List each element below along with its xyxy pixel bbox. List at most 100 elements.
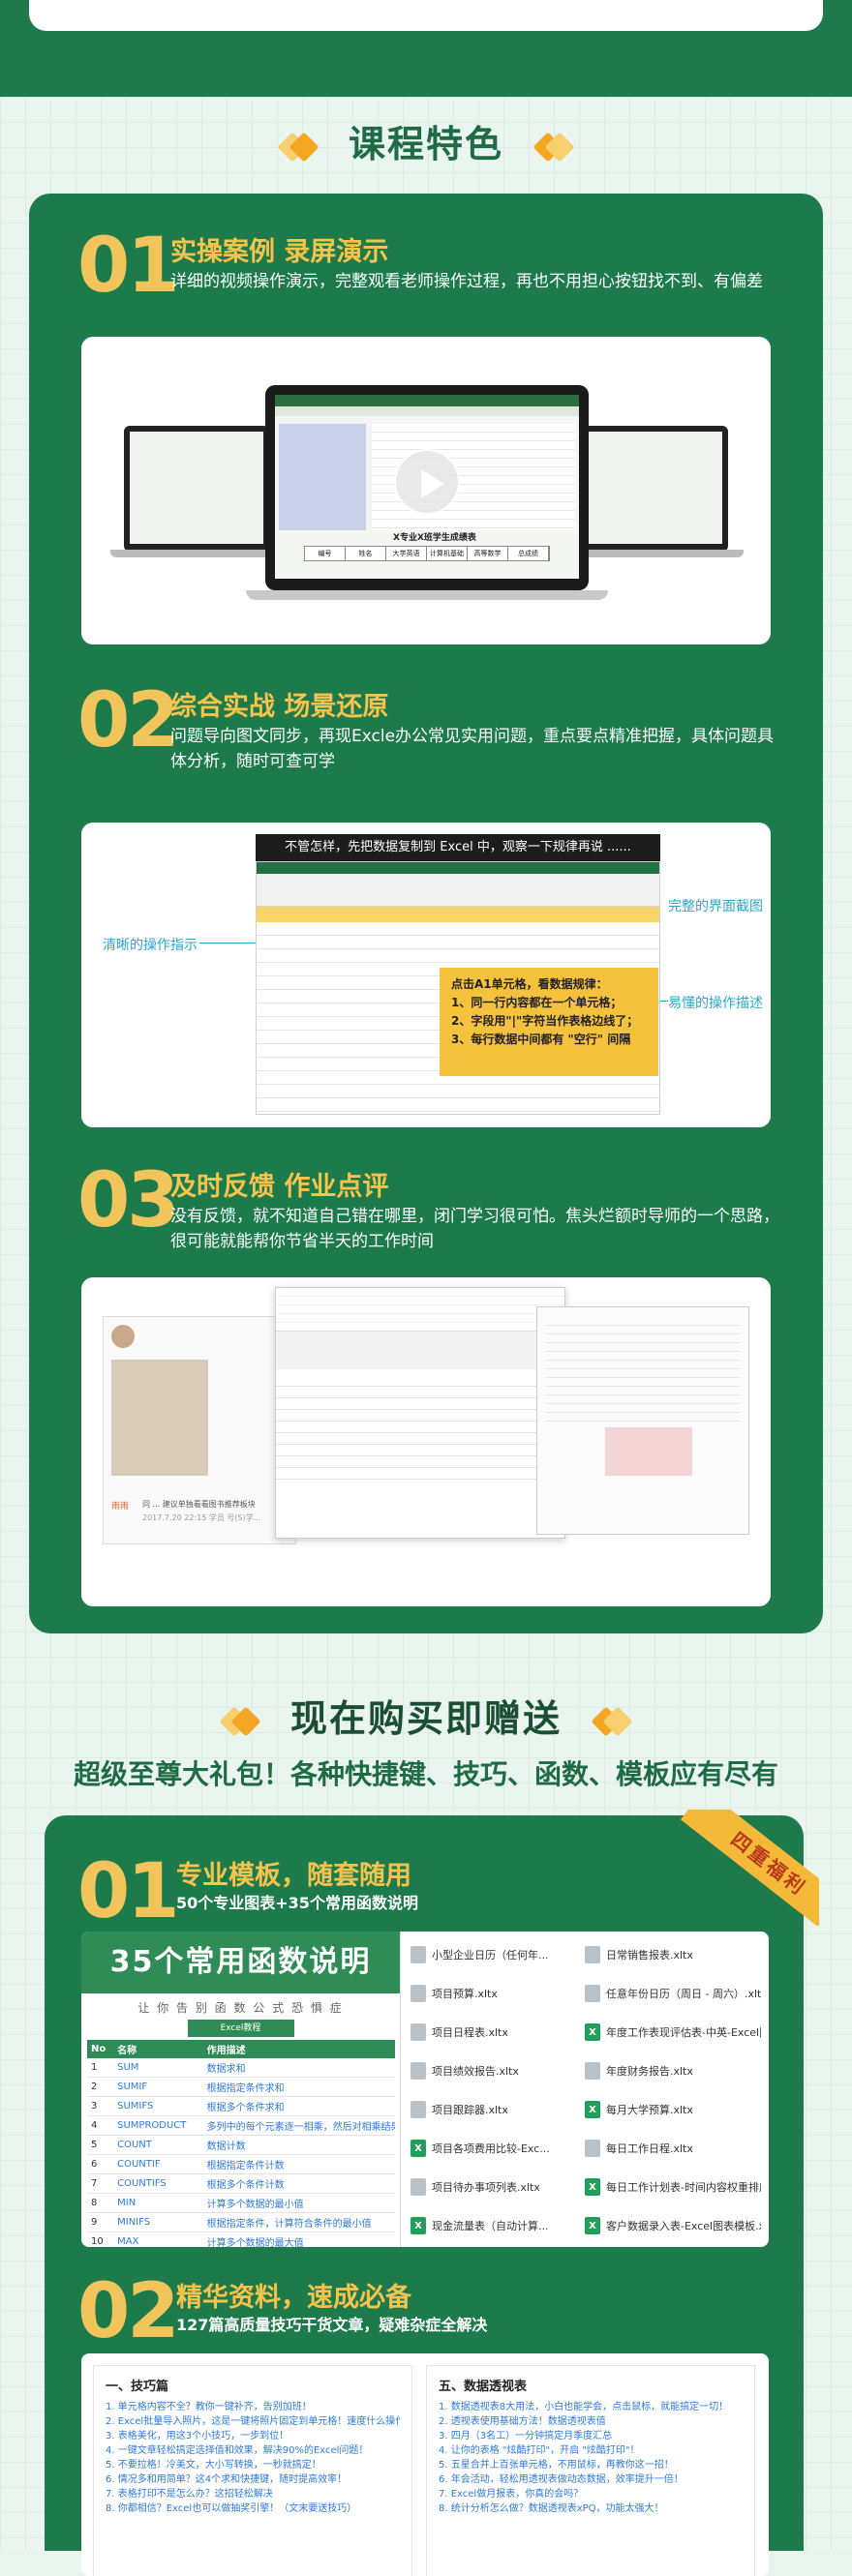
welfare-ribbon: 四重福利 xyxy=(654,1810,819,1926)
article-link[interactable]: 2. Excel批量导入照片，这是一键将照片固定到单元格！速度什么操作... xyxy=(106,2414,400,2429)
laptop-caption: X专业X班学生成绩表 xyxy=(393,533,476,543)
template-file-item[interactable]: X 现金流量表（自动计算... xyxy=(411,2206,585,2245)
table-header-row: No 名称 作用描述 xyxy=(87,2040,395,2058)
article-link[interactable]: 8. 你都相信？Excel也可以做抽奖引擎！（文末要送技巧） xyxy=(106,2501,400,2516)
template-file-item[interactable]: 项目跟踪器.xltx xyxy=(411,2090,585,2129)
table-row: 4SUMPRODUCT多列中的每个元素逐一相乘，然后对相乘结果求和 xyxy=(87,2115,395,2136)
feedback-time: 2017.7.20 22:15 学员 号(S)学... xyxy=(142,1513,261,1522)
excel-file-icon: X xyxy=(585,2217,600,2234)
callout-left: 清晰的操作指示 xyxy=(103,938,198,953)
template-file-item[interactable]: X 每日工作计划表-时间内容权重排序... xyxy=(585,2168,769,2206)
table-cell: 6 xyxy=(87,2154,114,2174)
template-file-item[interactable]: X 年度工作表现评估表-中英-Excel图... xyxy=(585,2013,769,2052)
features-title-text: 课程特色 xyxy=(348,123,503,165)
template-file-item[interactable]: X 客户数据录入表-Excel图表模板.xls... xyxy=(585,2206,769,2245)
article-link[interactable]: 1. 数据透视表8大用法，小白也能学会，点击鼠标，就能搞定一切！ xyxy=(439,2400,743,2414)
feedback-name: 雨雨 xyxy=(111,1502,130,1512)
feature-title: 综合实战 场景还原 xyxy=(170,692,389,722)
article-link[interactable]: 3. 四月（3名工）一分钟搞定月季度汇总 xyxy=(439,2429,743,2443)
table-header-cell: 作用描述 xyxy=(202,2040,395,2058)
laptop-table-header: 编号 姓名 大学英语 计算机基础 高等数学 总成绩 xyxy=(304,546,550,561)
table-cell: 8 xyxy=(87,2193,114,2213)
table-cell: 根据多个条件求和 xyxy=(202,2096,395,2116)
template-file-item[interactable]: 日常销售报表.xltx xyxy=(585,1935,769,1974)
template-file-icon xyxy=(411,1985,426,2002)
laptop-showcase-card: X专业X班学生成绩表 编号 姓名 大学英语 计算机基础 高等数学 总成绩 xyxy=(81,337,771,644)
table-cell: 4 xyxy=(87,2115,114,2136)
table-cell: 7 xyxy=(87,2173,114,2194)
laptop-col-header: 总成绩 xyxy=(508,547,549,560)
article-link[interactable]: 6. 年会活动，轻松用透视表做动态数据，效率提升一倍！ xyxy=(439,2472,743,2487)
feature-desc: 详细的视频操作演示，完整观看老师操作过程，再也不用担心按钮找不到、有偏差 xyxy=(170,272,763,291)
template-file-item[interactable]: 项目绩效报告.xltx xyxy=(411,2052,585,2090)
template-file-item[interactable]: 项目预算.xltx xyxy=(411,1974,585,2013)
template-file-item[interactable]: 项目日程表.xltx xyxy=(411,2013,585,2052)
table-cell: 根据指定条件计数 xyxy=(202,2154,395,2174)
laptop-col-header: 计算机基础 xyxy=(427,547,468,560)
template-file-item[interactable]: X 每月大学预算.xltx xyxy=(585,2090,769,2129)
template-file-item[interactable]: 项目待办事项列表.xltx xyxy=(411,2168,585,2206)
ribbon-label: 四重福利 xyxy=(680,1810,819,1926)
play-button[interactable] xyxy=(394,449,460,515)
excel-file-icon: X xyxy=(411,2140,426,2157)
example-header: 不管怎样，先把数据复制到 Excel 中，观察一下规律再说 ...... xyxy=(256,834,660,861)
article-link[interactable]: 7. Excel做月报表，你真的会吗？ xyxy=(439,2487,743,2501)
feature-title: 实操案例 录屏演示 xyxy=(170,237,389,267)
table-cell: COUNT xyxy=(113,2135,203,2155)
articles-card: 一、技巧篇 1. 单元格内容不全？教你一键补齐，告别加班！ 2. Excel批量导… xyxy=(81,2353,769,2576)
articles-heading: 五、数据透视表 xyxy=(439,2380,528,2394)
excel-file-icon: X xyxy=(411,2217,426,2234)
table-cell: MINIFS xyxy=(113,2212,203,2232)
table-cell: 10 xyxy=(87,2232,114,2247)
feature-desc: 问题导向图文同步，再现Excle办公常见实用问题，重点要点精准把握，具体问题具体… xyxy=(170,727,775,771)
template-file-name: 小型企业日历（任何年... xyxy=(432,1949,549,1962)
template-file-icon xyxy=(585,2140,600,2157)
article-link[interactable]: 5. 五星合并上百张单元格，不用鼠标，再教你这一招！ xyxy=(439,2458,743,2472)
template-file-icon xyxy=(411,2178,426,2196)
function-sheet: 35个常用函数说明 让 你 告 别 函 数 公 式 恐 惧 症 Excel教程 … xyxy=(81,1932,401,2247)
template-file-icon xyxy=(411,2023,426,2041)
article-link[interactable]: 3. 表格美化，用这3个小技巧，一步到位！ xyxy=(106,2429,400,2443)
article-link[interactable]: 7. 表格打印不是怎么办？这招轻松解决 xyxy=(106,2487,400,2501)
laptop-col-header: 大学英语 xyxy=(386,547,427,560)
template-file-icon xyxy=(585,2062,600,2080)
template-file-icon xyxy=(411,2101,426,2118)
article-link[interactable]: 2. 透视表使用基础方法！数据透视表值 xyxy=(439,2414,743,2429)
rule-title: 点击A1单元格，看数据规律： xyxy=(451,977,608,991)
table-cell: SUMIFS xyxy=(113,2096,203,2116)
template-file-item[interactable]: 任意年份日历（周日 - 周六）.xltx xyxy=(585,1974,769,2013)
excel-file-icon: X xyxy=(585,2178,600,2196)
feedback-post: 雨雨 问 ... 建议单独看看图书推荐板块 2017.7.20 22:15 学员… xyxy=(103,1316,296,1544)
gift-subtitle: 超级至尊大礼包！各种快捷键、技巧、函数、模板应有尽有 xyxy=(73,1758,778,1790)
template-file-item[interactable]: X 项目各项费用比较-Exc... xyxy=(411,2129,585,2168)
template-file-icon xyxy=(411,1946,426,1963)
table-cell: 根据多个条件计数 xyxy=(202,2173,395,2194)
article-link[interactable]: 6. 情况多和用简单？这4个求和快捷键，随时提高效率！ xyxy=(106,2472,400,2487)
template-file-name: 项目日程表.xltx xyxy=(432,2026,508,2039)
table-cell: 计算多个数据的最小值 xyxy=(202,2193,395,2213)
article-link[interactable]: 1. 单元格内容不全？教你一键补齐，告别加班！ xyxy=(106,2400,400,2414)
table-cell: 根据指定条件，计算符合条件的最小值 xyxy=(202,2212,395,2232)
laptop-col-header: 高等数学 xyxy=(468,547,508,560)
template-file-item[interactable]: 年度财务报告.xltx xyxy=(585,2052,769,2090)
templates-card: 35个常用函数说明 让 你 告 别 函 数 公 式 恐 惧 症 Excel教程 … xyxy=(81,1932,769,2247)
feedback-example-card: 雨雨 问 ... 建议单独看看图书推荐板块 2017.7.20 22:15 学员… xyxy=(81,1277,771,1606)
avatar xyxy=(111,1325,135,1348)
features-section-title: 课程特色 xyxy=(0,114,852,167)
template-file-item[interactable]: 每日工作日程.xltx xyxy=(585,2129,769,2168)
table-cell: 计算多个数据的最大值 xyxy=(202,2232,395,2247)
article-link[interactable]: 4. 让你的表格 "炫酷打印"，开启 "炫酷打印"！ xyxy=(439,2443,743,2458)
table-cell: 9 xyxy=(87,2212,114,2232)
template-file-name: 客户数据录入表-Excel图表模板.xls... xyxy=(606,2220,761,2232)
table-cell: 2 xyxy=(87,2077,114,2097)
article-link[interactable]: 8. 统计分析怎么做？数据透视表xPQ，功能太强大！ xyxy=(439,2501,743,2516)
table-cell: COUNTIF xyxy=(113,2154,203,2174)
table-cell: 数据计数 xyxy=(202,2135,395,2155)
template-file-name: 项目跟踪器.xltx xyxy=(432,2104,508,2116)
table-row: 3 SUMIFS 根据多个条件求和 xyxy=(87,2096,395,2116)
article-link[interactable]: 4. 一键文章轻松搞定选择值和效果，解决90%的Excel问题！ xyxy=(106,2443,400,2458)
gift-number: 01 xyxy=(77,1848,180,1935)
table-row: 1 SUM 数据求和 xyxy=(87,2058,395,2078)
article-link[interactable]: 5. 不要拉格！冷美文，大小写转换，一秒就搞定！ xyxy=(106,2458,400,2472)
template-file-item[interactable]: 小型企业日历（任何年... xyxy=(411,1935,585,1974)
